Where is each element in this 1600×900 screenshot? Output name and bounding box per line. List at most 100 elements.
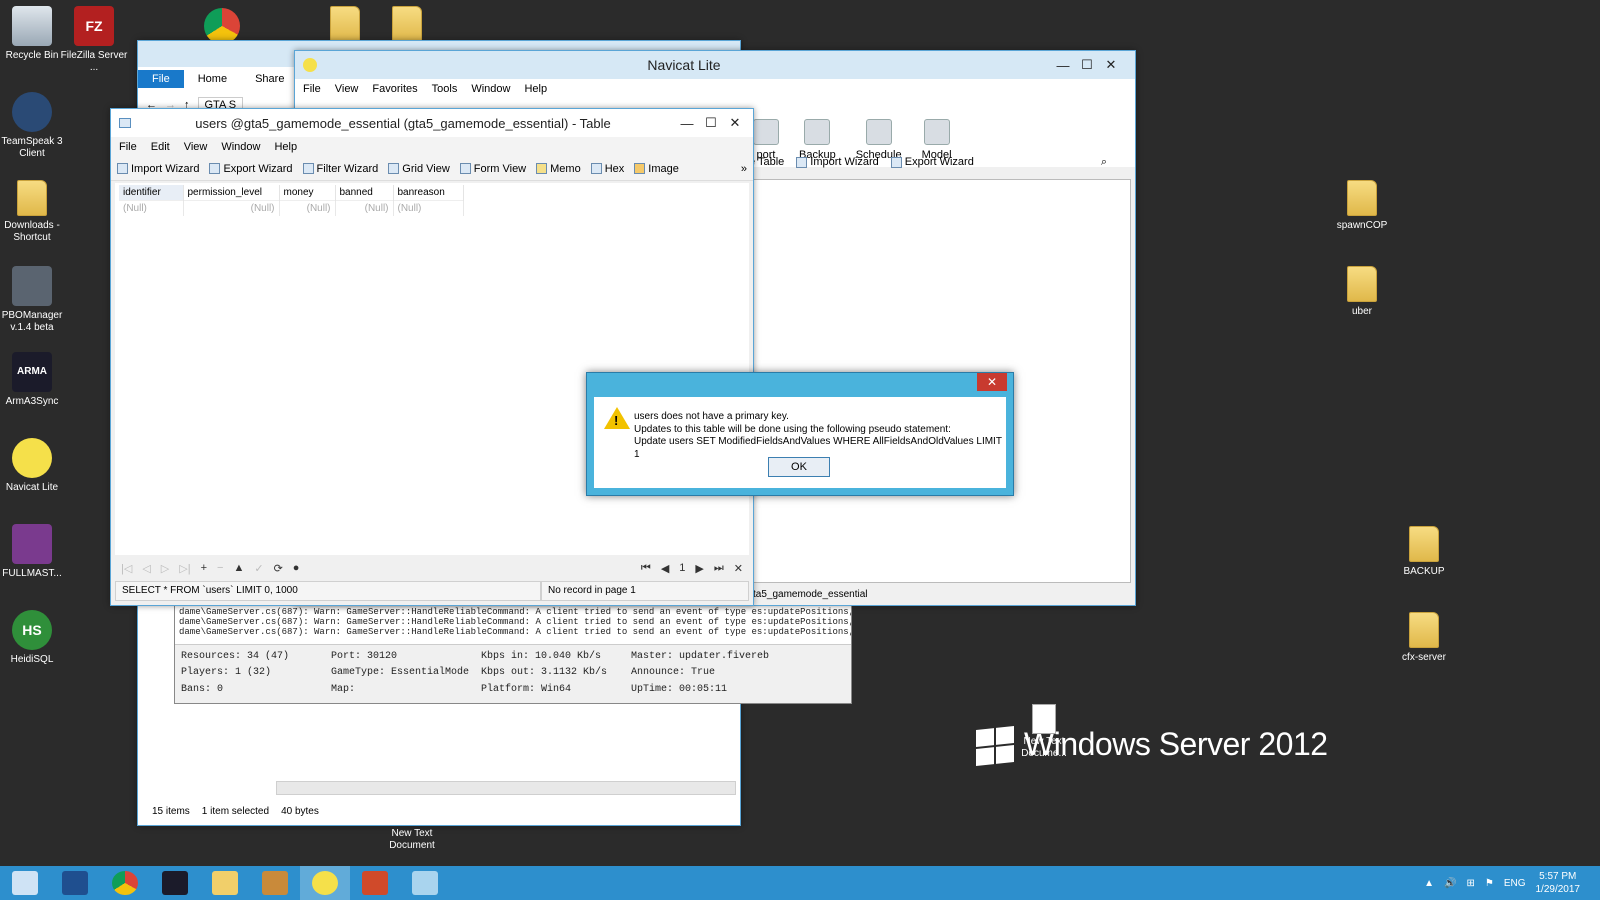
prev-page-icon[interactable]: ◀ [661,562,669,575]
menu-edit[interactable]: Edit [151,141,170,153]
clock[interactable]: 5:57 PM 1/29/2017 [1536,870,1581,896]
close-button[interactable]: ✕ [1099,55,1123,75]
grid-view-button[interactable]: Grid View [388,163,450,175]
column-header[interactable]: money [279,185,336,201]
desktop-icon-heidisql[interactable]: HS HeidiSQL [0,610,70,666]
import-wizard-button[interactable]: Import Wizard [796,156,879,168]
table-cell[interactable]: (Null) [393,200,464,216]
volume-icon[interactable]: 🔊 [1444,878,1456,889]
first-record-icon[interactable]: |◁ [121,562,132,575]
desktop-folder-cfx-server[interactable]: cfx-server [1386,612,1462,664]
page-number[interactable]: 1 [679,562,685,574]
image-button[interactable]: Image [634,163,679,175]
taskbar-app[interactable] [250,866,300,900]
menu-file[interactable]: File [303,83,321,95]
export-wizard-button[interactable]: Export Wizard [209,163,293,175]
desktop-icon-teamspeak[interactable]: TeamSpeak 3 Client [0,92,70,160]
table-titlebar[interactable]: users @gta5_gamemode_essential (gta5_gam… [111,109,753,137]
desktop-file-new-text-doc-2[interactable]: New Text Docume... [1006,704,1082,760]
column-header[interactable]: identifier [119,185,184,201]
menu-view[interactable]: View [335,83,359,95]
taskbar-chrome[interactable] [100,866,150,900]
desktop-icon-arma3sync[interactable]: ARMA ArmA3Sync [0,352,70,408]
data-grid[interactable]: identifier permission_level money banned… [115,183,749,555]
cancel-icon[interactable]: ✓ [254,562,263,575]
add-record-icon[interactable]: + [201,562,207,574]
horizontal-scrollbar[interactable] [276,781,736,795]
taskbar-powershell[interactable] [50,866,100,900]
chrome-icon[interactable] [204,8,240,44]
navicat-titlebar[interactable]: Navicat Lite — ☐ ✕ [295,51,1135,79]
network-icon[interactable]: ⊞ [1466,878,1474,889]
table-cell[interactable]: (Null) [279,200,336,216]
column-header[interactable]: banned [335,185,394,201]
table-tool[interactable]: e Table [749,156,784,168]
desktop-folder-backup[interactable]: BACKUP [1386,526,1462,578]
desktop-file-new-text-doc[interactable]: New Text Document [372,828,452,852]
ok-button[interactable]: OK [768,457,830,477]
menu-window[interactable]: Window [221,141,260,153]
table-row[interactable]: (Null) (Null) (Null) (Null) (Null) [119,200,464,216]
taskbar-server-manager[interactable] [0,866,50,900]
minimize-button[interactable]: — [675,113,699,133]
next-record-icon[interactable]: ▷ [161,562,169,575]
last-record-icon[interactable]: ▷| [179,562,190,575]
first-page-icon[interactable]: ⏮ [641,562,651,575]
language-indicator[interactable]: ENG [1504,878,1526,889]
refresh-icon[interactable]: ⟳ [274,562,283,575]
taskbar-office[interactable] [350,866,400,900]
menu-view[interactable]: View [184,141,208,153]
minimize-button[interactable]: — [1051,55,1075,75]
menu-window[interactable]: Window [471,83,510,95]
desktop-folder-icon[interactable] [392,6,422,42]
desktop-icon-pbomanager[interactable]: PBOManager v.1.4 beta [0,266,70,334]
filter-wizard-button[interactable]: Filter Wizard [302,163,378,175]
menu-help[interactable]: Help [524,83,547,95]
toolbar-overflow-icon[interactable]: » [741,163,747,175]
last-page-icon[interactable]: ⏭ [714,562,724,575]
form-view-button[interactable]: Form View [459,163,526,175]
desktop-icon-filezilla[interactable]: FZ FileZilla Server ... [56,6,132,74]
memo-button[interactable]: Memo [536,163,581,175]
stop-icon[interactable]: ● [293,562,300,574]
taskbar-notepad[interactable] [400,866,450,900]
flag-icon[interactable]: ⚑ [1485,878,1494,889]
menu-favorites[interactable]: Favorites [372,83,417,95]
dialog-close-button[interactable]: ✕ [977,373,1007,391]
desktop-icon-fullmast[interactable]: FULLMAST... [0,524,70,580]
desktop-icon-navicat[interactable]: Navicat Lite [0,438,70,494]
tab-share[interactable]: Share [241,70,298,88]
table-editor-window[interactable]: users @gta5_gamemode_essential (gta5_gam… [110,108,754,606]
records-table[interactable]: identifier permission_level money banned… [119,185,464,216]
search-icon[interactable]: ⌕ [1101,156,1107,169]
warning-dialog[interactable]: ✕ ! users does not have a primary key. U… [586,372,1014,496]
import-wizard-button[interactable]: Import Wizard [117,163,199,175]
column-header[interactable]: permission_level [183,185,280,201]
desktop-folder-icon[interactable] [330,6,360,42]
tab-home[interactable]: Home [184,70,241,88]
export-wizard-button[interactable]: Export Wizard [890,156,974,168]
tray-overflow-icon[interactable]: ▲ [1424,878,1434,889]
maximize-button[interactable]: ☐ [699,113,723,133]
hex-button[interactable]: Hex [590,163,624,175]
desktop-folder-uber[interactable]: uber [1324,266,1400,318]
server-console-window[interactable]: dame\GameServer.cs(687): Warn: GameServe… [174,604,852,704]
table-cell[interactable]: (Null) [183,200,280,216]
maximize-button[interactable]: ☐ [1075,55,1099,75]
apply-icon[interactable]: ▲ [233,562,244,574]
taskbar-arma[interactable] [150,866,200,900]
menu-tools[interactable]: Tools [432,83,458,95]
menu-file[interactable]: File [119,141,137,153]
prev-record-icon[interactable]: ◁ [142,562,150,575]
tab-file[interactable]: File [138,70,184,88]
close-button[interactable]: ✕ [723,113,747,133]
column-header[interactable]: banreason [393,185,464,201]
menu-help[interactable]: Help [274,141,297,153]
next-page-icon[interactable]: ▶ [695,562,703,575]
taskbar-explorer[interactable] [200,866,250,900]
desktop-icon-downloads[interactable]: Downloads - Shortcut [0,180,70,244]
settings-icon[interactable]: ✕ [734,562,743,575]
desktop-folder-spawncop[interactable]: spawnCOP [1324,180,1400,232]
delete-record-icon[interactable]: − [217,562,223,574]
taskbar-navicat[interactable] [300,866,350,900]
